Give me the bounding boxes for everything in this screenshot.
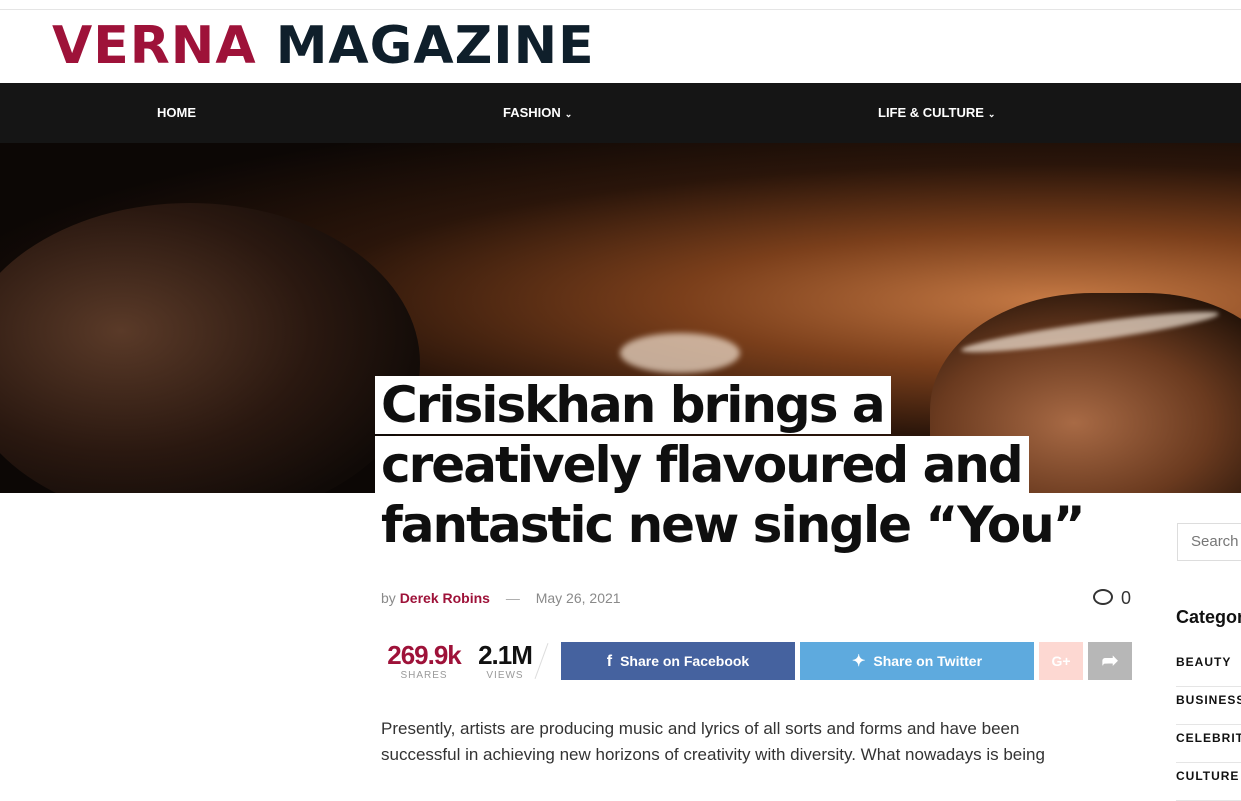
article-body: Presently, artists are producing music a… bbox=[381, 719, 1045, 764]
nav-item-life-culture[interactable]: LIFE & CULTURE ⌄ bbox=[878, 83, 995, 143]
sidebar-search-input[interactable]: Search bbox=[1177, 523, 1241, 561]
category-link[interactable]: CELEBRITY bbox=[1176, 724, 1241, 763]
by-label: by bbox=[381, 590, 396, 606]
logo-part-2: MAGAZINE bbox=[275, 16, 595, 76]
chevron-down-icon: ⌄ bbox=[987, 109, 996, 119]
comment-icon bbox=[1092, 589, 1113, 605]
shares-count: 269.9k bbox=[387, 640, 462, 670]
share-facebook-button[interactable]: f Share on Facebook bbox=[561, 642, 795, 680]
views-count: 2.1M bbox=[478, 640, 533, 670]
article-title: Crisiskhan brings a creatively flavoured… bbox=[375, 375, 1091, 555]
top-bar bbox=[0, 0, 1241, 10]
stats-divider bbox=[534, 642, 549, 680]
title-line-2: creatively flavoured and bbox=[375, 436, 1029, 494]
category-link[interactable]: CULTURE bbox=[1176, 762, 1241, 801]
share-twitter-button[interactable]: ✦ Share on Twitter bbox=[800, 642, 1034, 680]
facebook-icon: f bbox=[606, 653, 613, 670]
twitter-icon: ✦ bbox=[851, 653, 866, 670]
shares-stat: 269.9k SHARES bbox=[381, 640, 467, 682]
category-link[interactable]: BEAUTY bbox=[1176, 648, 1241, 687]
article-meta: by Derek Robins — May 26, 2021 0 bbox=[381, 588, 1131, 609]
nav-item-fashion[interactable]: FASHION ⌄ bbox=[503, 83, 572, 143]
share-arrow-icon: ➦ bbox=[1101, 650, 1119, 672]
share-more-button[interactable]: ➦ bbox=[1088, 642, 1132, 680]
nav-item-home[interactable]: HOME bbox=[157, 83, 196, 143]
shares-label: SHARES bbox=[400, 670, 448, 681]
share-gplus-button[interactable]: G+ bbox=[1039, 642, 1083, 680]
views-label: VIEWS bbox=[486, 670, 524, 681]
logo-part-1: VERNA bbox=[52, 16, 257, 76]
comment-count: 0 bbox=[1120, 588, 1131, 608]
category-link[interactable]: BUSINESS bbox=[1176, 686, 1241, 725]
categories-title: Categories bbox=[1176, 607, 1241, 627]
author-link[interactable]: Derek Robins bbox=[400, 590, 490, 606]
publish-date: May 26, 2021 bbox=[535, 590, 621, 606]
title-line-1: Crisiskhan brings a bbox=[375, 376, 891, 434]
site-logo[interactable]: VERNA MAGAZINE bbox=[52, 14, 595, 78]
title-line-3: fantastic new single “You” bbox=[375, 496, 1091, 554]
main-nav: HOME FASHION ⌄ LIFE & CULTURE ⌄ bbox=[0, 83, 1241, 143]
gplus-icon: G+ bbox=[1051, 653, 1071, 669]
chevron-down-icon: ⌄ bbox=[564, 109, 573, 119]
comments-link[interactable]: 0 bbox=[1092, 588, 1131, 609]
views-stat: 2.1M VIEWS bbox=[477, 640, 533, 682]
